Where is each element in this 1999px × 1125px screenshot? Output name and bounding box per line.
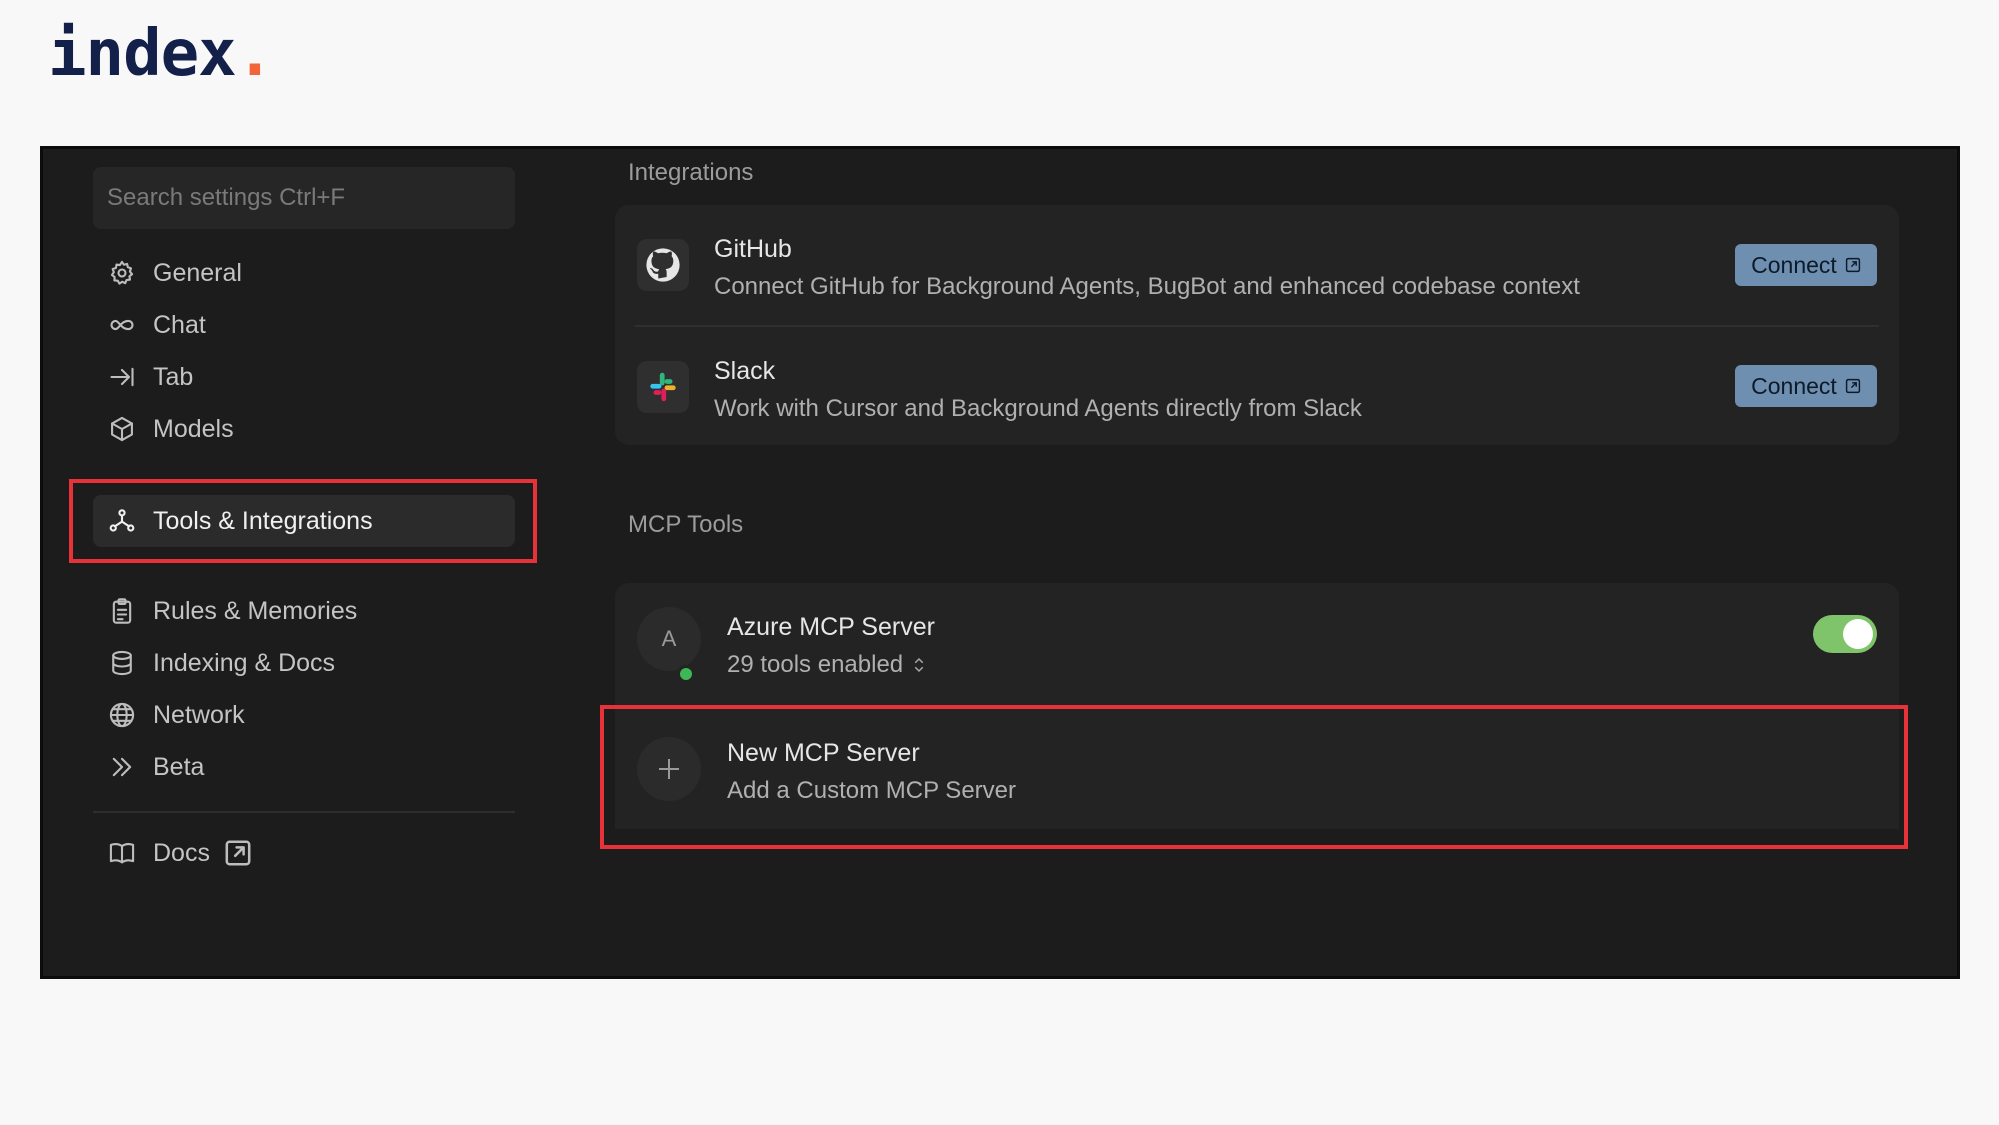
sidebar-item-beta[interactable]: Beta: [93, 741, 515, 793]
sidebar-divider: [93, 811, 515, 813]
sidebar-item-chat[interactable]: Chat: [93, 299, 515, 351]
slack-icon: [637, 361, 689, 413]
github-description: Connect GitHub for Background Agents, Bu…: [714, 273, 1580, 300]
github-connect-button[interactable]: Connect: [1735, 244, 1877, 286]
integration-row-slack: Slack Work with Cursor and Background Ag…: [615, 325, 1899, 445]
book-icon: [107, 838, 137, 868]
sidebar-item-indexing-docs[interactable]: Indexing & Docs: [93, 637, 515, 689]
new-server-title: New MCP Server: [727, 739, 920, 767]
integrations-card: GitHub Connect GitHub for Background Age…: [615, 205, 1899, 445]
github-icon: [637, 239, 689, 291]
tab-arrow-icon: [107, 362, 137, 392]
settings-window: Search settings Ctrl+F General Chat Tab …: [40, 146, 1960, 979]
github-title: GitHub: [714, 235, 792, 263]
plus-icon: [637, 737, 701, 801]
mcp-tools-heading: MCP Tools: [628, 511, 744, 538]
infinity-icon: [107, 310, 137, 340]
integrations-heading: Integrations: [628, 159, 754, 186]
chevrons-right-icon: [107, 752, 137, 782]
sidebar-item-docs[interactable]: Docs: [93, 827, 515, 879]
cube-icon: [107, 414, 137, 444]
sidebar-item-network[interactable]: Network: [93, 689, 515, 741]
external-link-icon: [225, 840, 251, 866]
sidebar-item-tab[interactable]: Tab: [93, 351, 515, 403]
sidebar-item-rules-memories[interactable]: Rules & Memories: [93, 585, 515, 637]
globe-icon: [107, 700, 137, 730]
nodes-icon: [107, 506, 137, 536]
sidebar-item-tools-integrations[interactable]: Tools & Integrations: [93, 495, 515, 547]
server-avatar: A: [637, 607, 701, 671]
slack-connect-button[interactable]: Connect: [1735, 365, 1877, 407]
integration-row-github: GitHub Connect GitHub for Background Age…: [615, 205, 1899, 325]
new-server-subtitle: Add a Custom MCP Server: [727, 777, 1016, 804]
status-online-dot: [677, 665, 695, 683]
azure-server-toggle[interactable]: [1813, 615, 1877, 653]
toggle-knob: [1843, 619, 1873, 649]
chevron-updown-icon: [914, 657, 924, 673]
azure-tools-status[interactable]: 29 tools enabled: [727, 651, 925, 679]
index-logo: index.: [48, 17, 274, 91]
database-icon: [107, 648, 137, 678]
new-mcp-server-card[interactable]: New MCP Server Add a Custom MCP Server: [615, 709, 1899, 829]
azure-server-title: Azure MCP Server: [727, 613, 935, 641]
clipboard-icon: [107, 596, 137, 626]
sidebar-item-general[interactable]: General: [93, 247, 515, 299]
gear-icon: [107, 258, 137, 288]
slack-description: Work with Cursor and Background Agents d…: [714, 395, 1362, 422]
mcp-server-card-azure: A Azure MCP Server 29 tools enabled: [615, 583, 1899, 709]
search-settings-input[interactable]: Search settings Ctrl+F: [93, 167, 515, 229]
external-link-icon: [1845, 257, 1860, 273]
slack-title: Slack: [714, 357, 776, 385]
external-link-icon: [1845, 378, 1860, 394]
sidebar-item-models[interactable]: Models: [93, 403, 515, 455]
